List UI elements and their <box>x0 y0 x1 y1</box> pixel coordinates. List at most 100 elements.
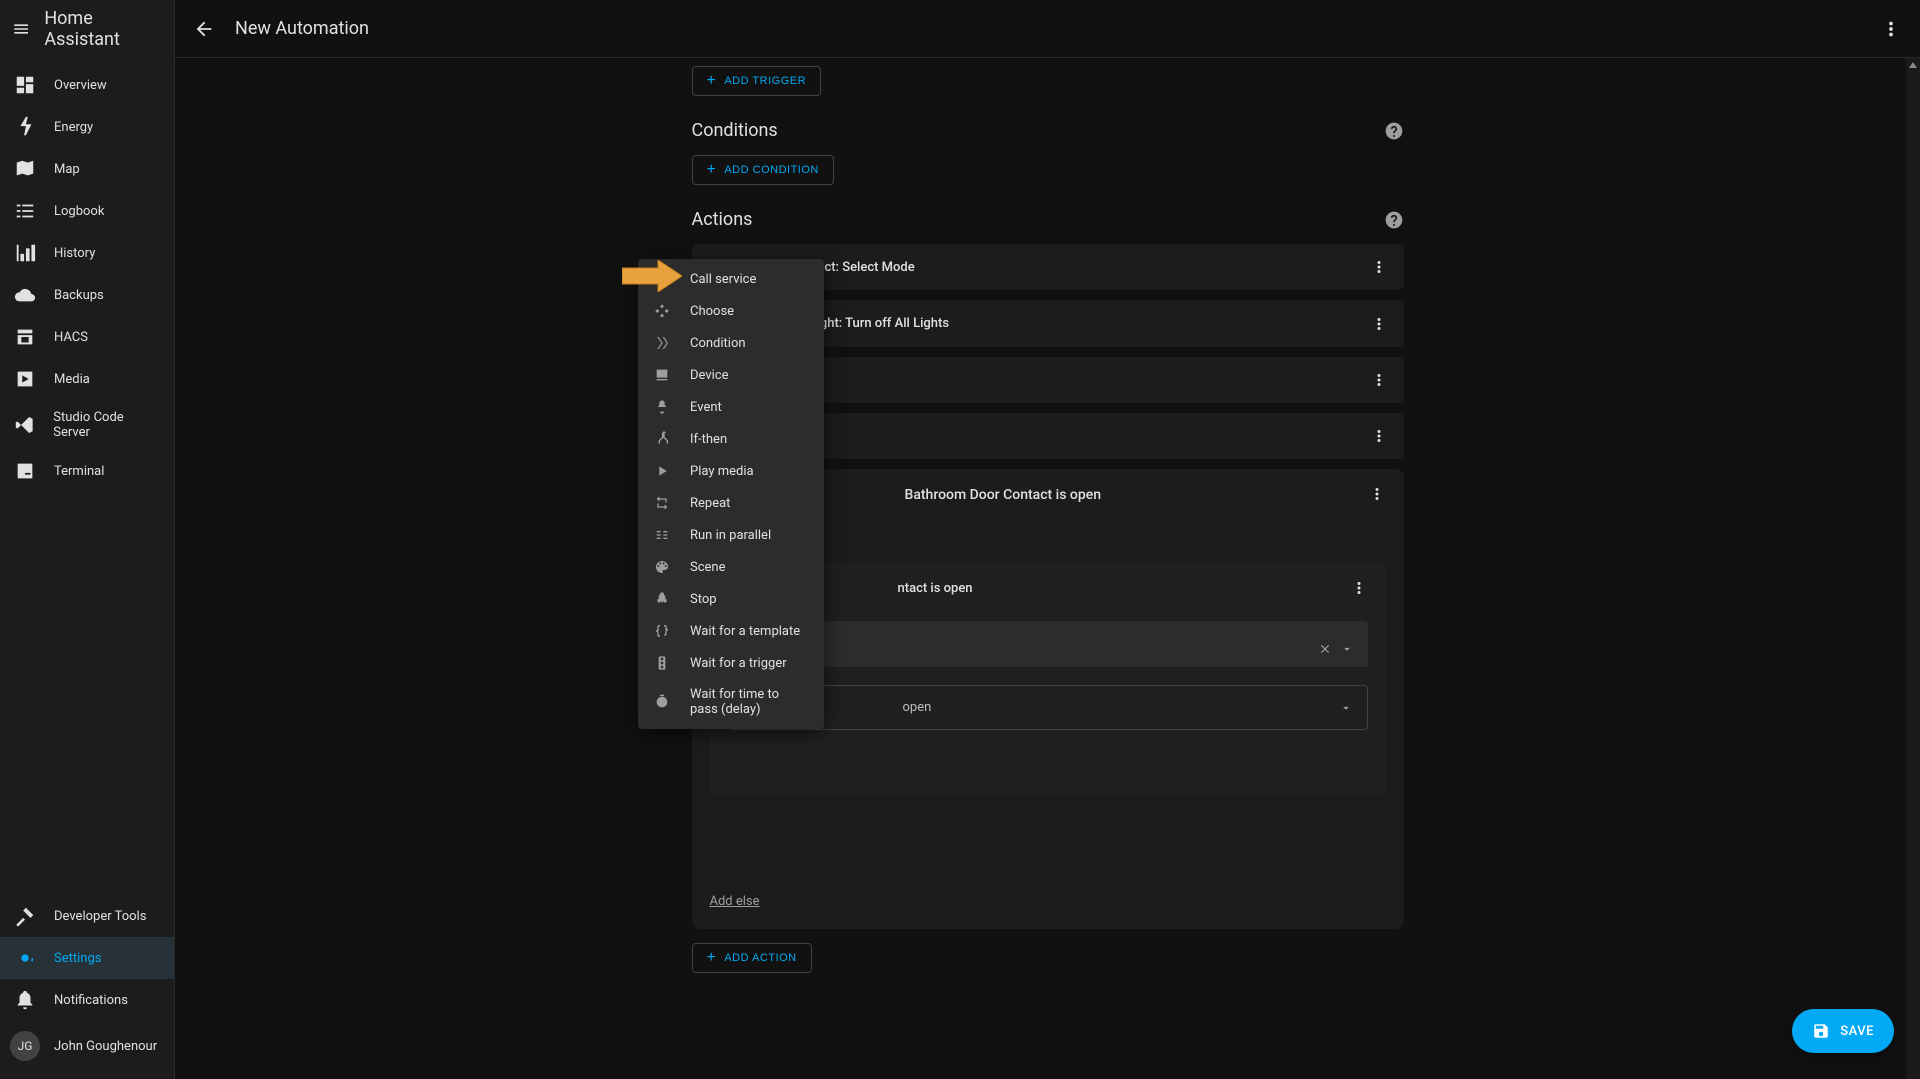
dropdown-item-choose[interactable]: Choose <box>638 295 824 327</box>
play-icon <box>654 463 670 479</box>
sidebar-item-backups[interactable]: Backups <box>0 274 174 316</box>
scrollbar[interactable] <box>1906 58 1920 1079</box>
sidebar-user[interactable]: JG John Goughenour <box>0 1021 174 1071</box>
help-icon[interactable] <box>1384 210 1404 230</box>
sidebar-item-hacs[interactable]: HACS <box>0 316 174 358</box>
actions-title: Actions <box>692 209 753 230</box>
dropdown-item-wait-delay[interactable]: Wait for time to pass (delay) <box>638 679 824 725</box>
play-box-icon <box>14 368 36 390</box>
sidebar-nav: Overview Energy Map Logbook History Back… <box>0 58 174 895</box>
cloud-icon <box>14 284 36 306</box>
plus-icon: + <box>707 73 717 89</box>
dropdown-item-scene[interactable]: Scene <box>638 551 824 583</box>
add-condition-button[interactable]: + ADD CONDITION <box>692 155 834 185</box>
sidebar-label: Energy <box>54 120 93 135</box>
more-icon[interactable] <box>1880 18 1902 40</box>
sidebar-header: Home Assistant <box>0 0 174 58</box>
topbar: New Automation <box>175 0 1920 58</box>
sidebar-label: History <box>54 246 95 261</box>
user-name: John Goughenour <box>54 1039 157 1054</box>
actions-header: Actions <box>692 209 1404 230</box>
sidebar: Home Assistant Overview Energy Map Logbo… <box>0 0 175 1079</box>
more-icon[interactable] <box>1370 427 1388 445</box>
choose-icon <box>654 303 670 319</box>
dropdown-item-wait-template[interactable]: Wait for a template <box>638 615 824 647</box>
sidebar-bottom: Developer Tools Settings Notifications J… <box>0 895 174 1079</box>
dropdown-item-event[interactable]: Event <box>638 391 824 423</box>
more-icon[interactable] <box>1368 485 1386 503</box>
sidebar-item-code-server[interactable]: Studio Code Server <box>0 400 174 450</box>
conditions-header: Conditions <box>692 120 1404 141</box>
dropdown-item-device[interactable]: Device <box>638 359 824 391</box>
sidebar-item-logbook[interactable]: Logbook <box>0 190 174 232</box>
dropdown-item-play-media[interactable]: Play media <box>638 455 824 487</box>
traffic-icon <box>654 655 670 671</box>
more-icon[interactable] <box>1350 579 1368 597</box>
add-trigger-button[interactable]: + ADD TRIGGER <box>692 66 822 96</box>
plus-icon: + <box>707 950 717 966</box>
sidebar-label: Media <box>54 372 90 387</box>
help-icon[interactable] <box>1384 121 1404 141</box>
parallel-icon <box>654 527 670 543</box>
sidebar-item-overview[interactable]: Overview <box>0 64 174 106</box>
sidebar-label: Notifications <box>54 993 128 1008</box>
sidebar-item-settings[interactable]: Settings <box>0 937 174 979</box>
terminal-icon <box>14 460 36 482</box>
sidebar-label: Terminal <box>54 464 104 479</box>
dropdown-icon[interactable] <box>1340 642 1354 656</box>
dropdown-item-repeat[interactable]: Repeat <box>638 487 824 519</box>
dropdown-item-parallel[interactable]: Run in parallel <box>638 519 824 551</box>
clear-icon[interactable] <box>1318 642 1332 656</box>
action-title: Light: Turn off All Lights <box>810 316 1370 331</box>
sidebar-item-notifications[interactable]: Notifications <box>0 979 174 1021</box>
sidebar-label: Backups <box>54 288 104 303</box>
menu-icon[interactable] <box>12 19 30 39</box>
more-icon[interactable] <box>1370 258 1388 276</box>
branch-icon <box>654 431 670 447</box>
more-icon[interactable] <box>1370 371 1388 389</box>
condition-icon <box>654 335 670 351</box>
dropdown-item-stop[interactable]: Stop <box>638 583 824 615</box>
action-title: Input select: Select Mode <box>768 260 1370 275</box>
hammer-icon <box>14 905 36 927</box>
add-action-button[interactable]: + ADD ACTION <box>692 943 812 973</box>
sidebar-item-history[interactable]: History <box>0 232 174 274</box>
sidebar-item-energy[interactable]: Energy <box>0 106 174 148</box>
scene-icon <box>654 559 670 575</box>
save-icon <box>1812 1022 1830 1040</box>
sidebar-label: Map <box>54 162 80 177</box>
dropdown-icon[interactable] <box>1339 701 1353 715</box>
sidebar-item-dev-tools[interactable]: Developer Tools <box>0 895 174 937</box>
sidebar-item-terminal[interactable]: Terminal <box>0 450 174 492</box>
sidebar-label: HACS <box>54 330 88 345</box>
more-icon[interactable] <box>1370 315 1388 333</box>
app-title: Home Assistant <box>44 8 162 50</box>
action-type-dropdown: Call service Choose Condition Device Eve… <box>638 259 824 729</box>
sidebar-item-media[interactable]: Media <box>0 358 174 400</box>
event-icon <box>654 399 670 415</box>
dropdown-item-wait-trigger[interactable]: Wait for a trigger <box>638 647 824 679</box>
list-icon <box>14 200 36 222</box>
timer-icon <box>654 694 670 710</box>
dashboard-icon <box>14 74 36 96</box>
device-icon <box>654 367 670 383</box>
state-text: open <box>743 700 1339 715</box>
sidebar-label: Overview <box>54 78 107 93</box>
dropdown-item-if-then[interactable]: If-then <box>638 423 824 455</box>
stop-icon <box>654 591 670 607</box>
repeat-icon <box>654 495 670 511</box>
save-button[interactable]: SAVE <box>1792 1009 1894 1053</box>
add-else-link[interactable]: Add else <box>710 894 760 909</box>
back-icon[interactable] <box>193 18 215 40</box>
map-icon <box>14 158 36 180</box>
sidebar-label: Studio Code Server <box>53 410 160 440</box>
bolt-icon <box>14 116 36 138</box>
gear-icon <box>14 947 36 969</box>
dropdown-item-condition[interactable]: Condition <box>638 327 824 359</box>
sidebar-item-map[interactable]: Map <box>0 148 174 190</box>
page-title: New Automation <box>235 18 1880 39</box>
main: New Automation + ADD TRIGGER Conditions … <box>175 0 1920 1079</box>
annotation-arrow <box>622 260 682 296</box>
conditions-title: Conditions <box>692 120 778 141</box>
sidebar-label: Settings <box>54 951 101 966</box>
